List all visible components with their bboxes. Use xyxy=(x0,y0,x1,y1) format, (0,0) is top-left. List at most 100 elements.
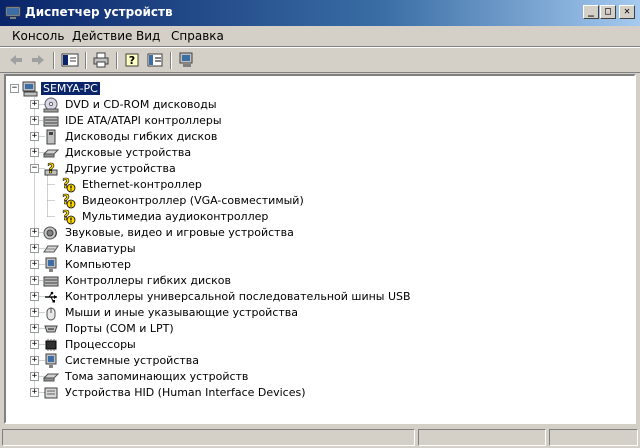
floppy-drive-icon xyxy=(46,129,56,145)
unknown-device-warning-icon: ? xyxy=(62,193,76,209)
tree-item-dvd-cdrom[interactable]: + DVD и CD-ROM дисководы xyxy=(6,97,626,113)
floppy-controller-icon xyxy=(43,276,59,287)
expand-toggle[interactable]: + xyxy=(30,324,39,333)
maximize-button[interactable]: □ xyxy=(600,5,616,19)
toolbar-separator xyxy=(85,52,87,69)
tree-item-label: Устройства HID (Human Interface Devices) xyxy=(65,386,306,399)
scan-hardware-icon[interactable] xyxy=(178,52,196,68)
menu-help[interactable]: Справка xyxy=(171,29,224,43)
tree-item-ports[interactable]: + Порты (COM и LPT) xyxy=(6,321,626,337)
tree-item-keyboards[interactable]: + Клавиатуры xyxy=(6,241,626,257)
tree-item-label: Мультимедиа аудиоконтроллер xyxy=(82,210,269,223)
expand-toggle[interactable]: + xyxy=(30,260,39,269)
back-arrow-icon[interactable] xyxy=(7,52,25,68)
hid-icon xyxy=(44,387,58,399)
device-tree: − SEMYA-PC + DVD и CD-ROM дисководы + ID… xyxy=(4,74,636,424)
toolbar-separator xyxy=(116,52,118,69)
monitor-icon xyxy=(45,257,57,272)
tree-item-label: Контроллеры универсальной последовательн… xyxy=(65,290,411,303)
tree-item-disk-drives[interactable]: + Дисковые устройства xyxy=(6,145,626,161)
device-manager-icon xyxy=(5,6,21,19)
close-button[interactable]: ✕ xyxy=(619,5,635,19)
tree-item-label: Контроллеры гибких дисков xyxy=(65,274,232,287)
storage-volume-icon xyxy=(43,373,59,382)
show-hide-tree-icon[interactable] xyxy=(61,52,79,68)
expand-toggle[interactable]: + xyxy=(30,388,39,397)
status-pane-secondary xyxy=(418,429,546,446)
tree-item-system-devices[interactable]: + Системные устройства xyxy=(6,353,626,369)
expand-toggle[interactable]: + xyxy=(30,308,39,317)
tree-item-sound-video-game[interactable]: + Звуковые, видео и игровые устройства xyxy=(6,225,626,241)
tree-item-hid-devices[interactable]: + Устройства HID (Human Interface Device… xyxy=(6,385,626,401)
print-icon[interactable] xyxy=(92,52,110,68)
menu-console[interactable]: Консоль xyxy=(12,29,64,43)
expand-toggle[interactable]: + xyxy=(30,132,39,141)
minimize-button[interactable]: _ xyxy=(583,5,599,19)
unknown-device-warning-icon: ? xyxy=(62,209,76,225)
expand-toggle[interactable]: + xyxy=(30,148,39,157)
tree-item-label: Компьютер xyxy=(65,258,131,271)
status-bar xyxy=(0,426,640,448)
tree-item-mice[interactable]: + Мыши и иные указывающие устройства xyxy=(6,305,626,321)
expand-toggle[interactable]: + xyxy=(30,340,39,349)
status-pane-main xyxy=(2,429,415,446)
toolbar: ? xyxy=(0,47,640,73)
keyboard-icon xyxy=(43,245,59,253)
tree-item-storage-volumes[interactable]: + Тома запоминающих устройств xyxy=(6,369,626,385)
help-icon[interactable]: ? xyxy=(124,52,142,68)
tree-item-floppy-drives[interactable]: + Дисководы гибких дисков xyxy=(6,129,626,145)
tree-item-vga-controller[interactable]: ? Видеоконтроллер (VGA-совместимый) xyxy=(6,193,626,209)
tree-item-label: Ethernet-контроллер xyxy=(82,178,202,191)
title-bar: Диспетчер устройств _ □ ✕ xyxy=(0,0,640,26)
processor-icon xyxy=(45,339,57,351)
tree-item-label: Порты (COM и LPT) xyxy=(65,322,174,335)
tree-item-multimedia-audio-controller[interactable]: ? Мультимедиа аудиоконтроллер xyxy=(6,209,626,225)
cdrom-icon xyxy=(43,97,59,113)
computer-icon xyxy=(22,81,38,97)
tree-item-label: Клавиатуры xyxy=(65,242,136,255)
computer-name[interactable]: SEMYA-PC xyxy=(41,82,100,95)
usb-icon xyxy=(45,291,57,303)
tree-item-label: DVD и CD-ROM дисководы xyxy=(65,98,217,111)
tree-root[interactable]: − SEMYA-PC xyxy=(6,81,626,97)
expand-toggle[interactable]: + xyxy=(30,116,39,125)
menu-action[interactable]: Действие xyxy=(72,29,132,43)
tree-item-label: Процессоры xyxy=(65,338,136,351)
expand-toggle[interactable]: + xyxy=(30,292,39,301)
tree-item-ethernet-controller[interactable]: ? Ethernet-контроллер xyxy=(6,177,626,193)
collapse-toggle[interactable]: − xyxy=(30,164,39,173)
tree-item-usb-controllers[interactable]: + Контроллеры универсальной последовател… xyxy=(6,289,626,305)
tree-item-label: Мыши и иные указывающие устройства xyxy=(65,306,299,319)
expand-toggle[interactable]: + xyxy=(30,372,39,381)
sound-device-icon xyxy=(43,226,57,240)
tree-item-label: Дисковые устройства xyxy=(65,146,192,159)
tree-item-other-devices[interactable]: − ? Другие устройства xyxy=(6,161,626,177)
tree-item-label: IDE ATA/ATAPI контроллеры xyxy=(65,114,222,127)
window-title: Диспетчер устройств xyxy=(25,5,173,19)
mouse-icon xyxy=(46,307,56,321)
properties-icon[interactable] xyxy=(146,52,164,68)
tree-item-label: Видеоконтроллер (VGA-совместимый) xyxy=(82,194,304,207)
menu-view[interactable]: Вид xyxy=(136,29,160,43)
tree-item-ide-controllers[interactable]: + IDE ATA/ATAPI контроллеры xyxy=(6,113,626,129)
tree-item-label: Дисководы гибких дисков xyxy=(65,130,218,143)
tree-item-label: Другие устройства xyxy=(65,162,176,175)
tree-item-label: Системные устройства xyxy=(65,354,199,367)
expand-toggle[interactable]: + xyxy=(30,100,39,109)
expand-toggle[interactable]: + xyxy=(30,276,39,285)
menu-bar: Консоль Действие Вид Справка xyxy=(0,26,640,47)
status-pane-tertiary xyxy=(549,429,638,446)
expand-toggle[interactable]: + xyxy=(30,356,39,365)
collapse-toggle[interactable]: − xyxy=(10,84,19,93)
ide-controller-icon xyxy=(43,116,59,127)
system-device-icon xyxy=(45,353,57,368)
forward-arrow-icon[interactable] xyxy=(29,52,47,68)
expand-toggle[interactable]: + xyxy=(30,228,39,237)
expand-toggle[interactable]: + xyxy=(30,244,39,253)
toolbar-separator xyxy=(53,52,55,69)
tree-item-computer[interactable]: + Компьютер xyxy=(6,257,626,273)
port-icon xyxy=(44,325,58,333)
tree-item-floppy-controllers[interactable]: + Контроллеры гибких дисков xyxy=(6,273,626,289)
tree-item-processors[interactable]: + Процессоры xyxy=(6,337,626,353)
disk-drive-icon xyxy=(43,149,59,158)
